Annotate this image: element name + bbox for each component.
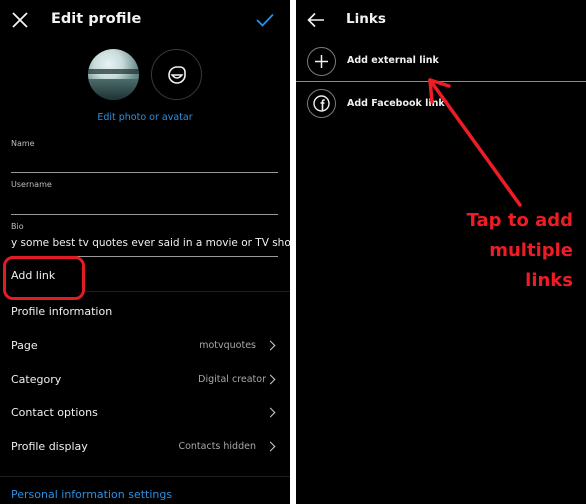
- avatar-sticker-icon: [168, 66, 186, 84]
- avatar-button[interactable]: [151, 49, 202, 100]
- name-label: Name: [11, 139, 35, 148]
- chevron-right-icon: [265, 340, 276, 351]
- profile-photo[interactable]: [88, 49, 139, 100]
- profile-information-heading: Profile information: [11, 305, 113, 318]
- checkmark-icon[interactable]: [256, 13, 274, 27]
- row-label: Page: [11, 339, 38, 352]
- username-underline: [11, 214, 278, 215]
- annotation-line-1: Tap to add: [466, 210, 573, 231]
- name-field[interactable]: [11, 152, 161, 158]
- row-page[interactable]: Page motvquotes: [0, 333, 290, 361]
- row-value: motvquotes: [199, 340, 256, 351]
- chevron-right-icon: [265, 441, 276, 452]
- highlight-box: [3, 256, 85, 300]
- personal-information-settings-link[interactable]: Personal information settings: [11, 488, 172, 501]
- row-label: Category: [11, 373, 62, 386]
- row-value: Digital creator: [198, 374, 266, 385]
- name-underline: [11, 172, 278, 173]
- row-profile-display[interactable]: Profile display Contacts hidden: [0, 434, 290, 462]
- row-value: Contacts hidden: [178, 441, 256, 452]
- close-icon[interactable]: [12, 12, 28, 28]
- edit-profile-screen: Edit profile Edit photo or avatar Name U…: [0, 0, 290, 504]
- chevron-right-icon: [265, 374, 276, 385]
- page-title: Edit profile: [51, 11, 142, 27]
- row-label: Profile display: [11, 440, 88, 453]
- divider: [85, 291, 290, 292]
- row-label: Contact options: [11, 406, 98, 419]
- bio-label: Bio: [11, 222, 24, 231]
- username-field[interactable]: [11, 198, 91, 204]
- divider: [0, 476, 290, 477]
- username-label: Username: [11, 180, 52, 189]
- edit-photo-link[interactable]: Edit photo or avatar: [0, 112, 290, 123]
- row-category[interactable]: Category Digital creator: [0, 367, 290, 395]
- chevron-right-icon: [265, 407, 276, 418]
- annotation-text: Tap to add multiple links: [436, 206, 573, 296]
- bio-field[interactable]: y some best tv quotes ever said in a mov…: [11, 237, 290, 249]
- row-contact-options[interactable]: Contact options: [0, 400, 290, 428]
- annotation-line-2: multiple links: [489, 240, 573, 291]
- links-screen: Links Add external link Add Facebook lin…: [296, 0, 586, 504]
